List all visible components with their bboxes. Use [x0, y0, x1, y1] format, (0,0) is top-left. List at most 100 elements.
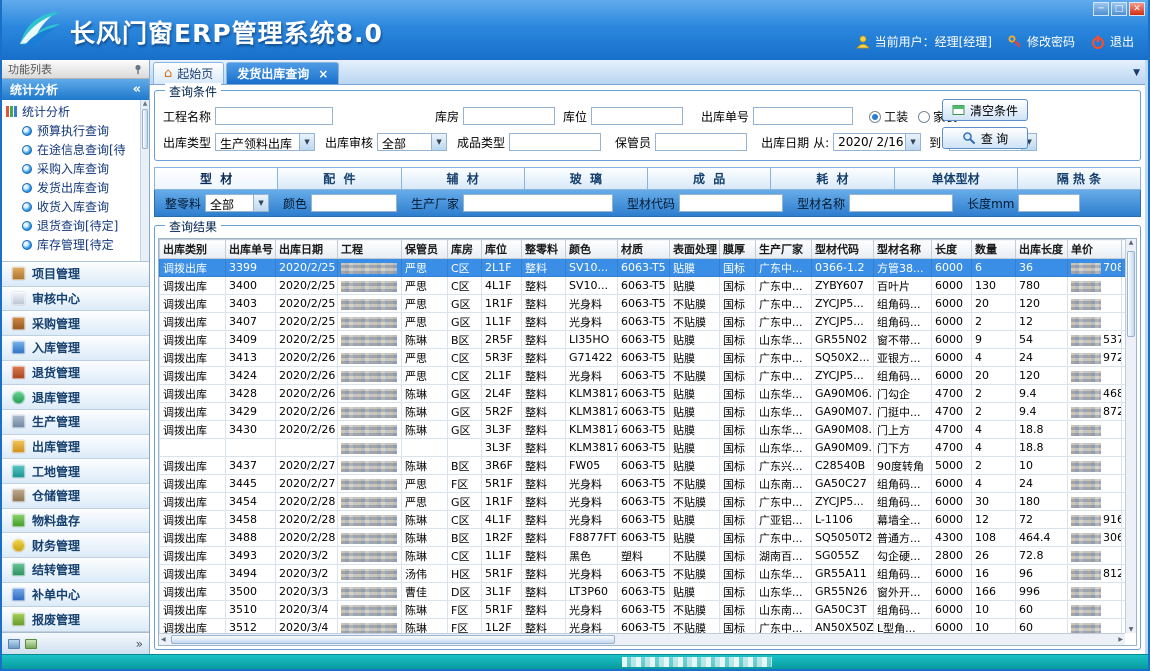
column-header[interactable]: 库房: [448, 240, 482, 259]
column-header[interactable]: 长度: [932, 240, 972, 259]
column-header[interactable]: 数量: [972, 240, 1016, 259]
column-header[interactable]: 库位: [482, 240, 522, 259]
sidebar-module[interactable]: 物料盘存: [2, 509, 149, 534]
table-row[interactable]: 调拨出库35122020/3/4陈琳F区1L2F整料光身料6063-T5不贴膜国…: [160, 619, 1126, 634]
color-input[interactable]: [311, 194, 397, 212]
monitor-icon[interactable]: [8, 639, 20, 649]
column-header[interactable]: 工程: [338, 240, 402, 259]
column-header[interactable]: 表面处理: [670, 240, 720, 259]
keeper-input[interactable]: [655, 133, 747, 151]
vertical-scrollbar[interactable]: ▲▼: [1125, 239, 1136, 633]
sidebar-group-statistics[interactable]: 统计分析 «: [2, 79, 149, 100]
tree-item[interactable]: 收货入库查询: [6, 197, 139, 216]
sidebar-module[interactable]: 工地管理: [2, 459, 149, 484]
column-header[interactable]: 出库类别: [160, 240, 226, 259]
tab-home[interactable]: ⌂ 起始页: [153, 62, 224, 84]
close-button[interactable]: ✕: [1129, 2, 1145, 16]
tree-scrollbar[interactable]: ▲: [140, 100, 149, 261]
sidebar-module[interactable]: 采购管理: [2, 311, 149, 336]
column-header[interactable]: 型材名称: [874, 240, 932, 259]
change-password-button[interactable]: 修改密码: [1008, 33, 1075, 50]
clear-conditions-button[interactable]: 清空条件: [942, 99, 1028, 121]
tree-item[interactable]: 库存管理[待定: [6, 235, 139, 254]
material-tab[interactable]: 成 品: [648, 167, 771, 190]
column-header[interactable]: 整零料: [522, 240, 566, 259]
sidebar-module[interactable]: 项目管理: [2, 262, 149, 287]
table-row[interactable]: 3L3F整料KLM38176063-T5贴膜国标山东华...GA90M09...…: [160, 439, 1126, 457]
column-header[interactable]: 出库长度: [1016, 240, 1068, 259]
overflow-chevron-icon[interactable]: »: [136, 637, 143, 651]
column-header[interactable]: 单价: [1068, 240, 1122, 259]
tree-item[interactable]: 发货出库查询: [6, 178, 139, 197]
column-header[interactable]: 生产厂家: [756, 240, 812, 259]
table-row[interactable]: 调拨出库33992020/2/25严思C区2L1F整料SV10...6063-T…: [160, 259, 1126, 277]
column-header[interactable]: 颜色: [566, 240, 618, 259]
tree-item[interactable]: 预算执行查询: [6, 121, 139, 140]
table-row[interactable]: 调拨出库34452020/2/27严思F区5R1F整料光身料6063-T5不贴膜…: [160, 475, 1126, 493]
column-header[interactable]: 出库单号: [226, 240, 276, 259]
minimize-button[interactable]: ─: [1093, 2, 1109, 16]
warehouse-input[interactable]: [463, 107, 555, 125]
material-tab[interactable]: 配 件: [278, 167, 401, 190]
material-tab[interactable]: 单体型材: [895, 167, 1018, 190]
material-tab[interactable]: 辅 材: [402, 167, 525, 190]
table-row[interactable]: 调拨出库34132020/2/26严思C区5R3F整料G714226063-T5…: [160, 349, 1126, 367]
location-input[interactable]: [591, 107, 683, 125]
table-row[interactable]: 调拨出库34372020/2/27陈琳B区3R6F整料FW056063-T5贴膜…: [160, 457, 1126, 475]
table-row[interactable]: 调拨出库34002020/2/25严思C区4L1F整料SV10...6063-T…: [160, 277, 1126, 295]
sidebar-module[interactable]: 生产管理: [2, 410, 149, 435]
table-row[interactable]: 调拨出库34942020/3/2汤伟H区5R1F整料光身料6063-T5不贴膜国…: [160, 565, 1126, 583]
table-row[interactable]: 调拨出库34582020/2/28陈琳C区4L1F整料光身料6063-T5贴膜国…: [160, 511, 1126, 529]
table-row[interactable]: 调拨出库34292020/2/26陈琳G区5R2F整料KLM38176063-T…: [160, 403, 1126, 421]
table-row[interactable]: 调拨出库34242020/2/26严思C区2L1F整料光身料6063-T5不贴膜…: [160, 367, 1126, 385]
table-row[interactable]: 调拨出库34282020/2/26陈琳G区2L4F整料KLM38176063-T…: [160, 385, 1126, 403]
table-row[interactable]: 调拨出库34932020/3/2陈琳C区1L1F整料黑色塑料不贴膜国标湖南百..…: [160, 547, 1126, 565]
column-header[interactable]: 型材代码: [812, 240, 874, 259]
profile-name-input[interactable]: [849, 194, 953, 212]
order-no-input[interactable]: [753, 107, 853, 125]
tree-item[interactable]: 在途信息查询[待: [6, 140, 139, 159]
project-name-input[interactable]: [215, 107, 333, 125]
material-tab[interactable]: 隔 热 条: [1018, 167, 1141, 190]
sidebar-module[interactable]: 入库管理: [2, 336, 149, 361]
maximize-button[interactable]: □: [1111, 2, 1127, 16]
table-row[interactable]: 调拨出库35102020/3/4陈琳F区5R1F整料光身料6063-T5不贴膜国…: [160, 601, 1126, 619]
column-header[interactable]: 保管员: [402, 240, 448, 259]
product-type-input[interactable]: [509, 133, 601, 151]
table-row[interactable]: 调拨出库35002020/3/3曹佳D区3L1F整料LT3P606063-T5贴…: [160, 583, 1126, 601]
sidebar-module[interactable]: 审核中心: [2, 287, 149, 312]
table-row[interactable]: 调拨出库34092020/2/25陈琳B区2R5F整料LI35HO6063-T5…: [160, 331, 1126, 349]
grid-view-icon[interactable]: [25, 639, 37, 649]
material-tab[interactable]: 型 材: [154, 167, 278, 190]
material-tab[interactable]: 耗 材: [771, 167, 894, 190]
sidebar-module[interactable]: 补单中心: [2, 583, 149, 608]
pin-icon[interactable]: [133, 64, 143, 75]
table-row[interactable]: 调拨出库34072020/2/25严思G区1L1F整料光身料6063-T5不贴膜…: [160, 313, 1126, 331]
sidebar-module[interactable]: 出库管理: [2, 435, 149, 460]
out-type-combo[interactable]: 生产领料出库▼: [215, 133, 315, 151]
search-button[interactable]: 查 询: [942, 127, 1028, 149]
column-header[interactable]: 出库日期: [276, 240, 338, 259]
collapse-icon[interactable]: «: [133, 82, 141, 97]
sidebar-module[interactable]: 报废管理: [2, 607, 149, 632]
logout-button[interactable]: 退出: [1091, 33, 1134, 50]
tree-item[interactable]: 退货查询[待定]: [6, 216, 139, 235]
horizontal-scrollbar[interactable]: ◀▶: [159, 633, 1125, 645]
table-row[interactable]: 调拨出库34882020/2/28陈琳B区1R2F整料F8877FT6063-T…: [160, 529, 1126, 547]
sidebar-module[interactable]: 结转管理: [2, 558, 149, 583]
tree-root-statistics[interactable]: 统计分析: [6, 102, 139, 121]
audit-combo[interactable]: 全部▼: [377, 133, 447, 151]
manufacturer-input[interactable]: [463, 194, 613, 212]
date-from-picker[interactable]: 2020/ 2/16▼: [833, 133, 921, 151]
length-input[interactable]: [1018, 194, 1080, 212]
sidebar-module[interactable]: 退货管理: [2, 361, 149, 386]
tree-item[interactable]: 采购入库查询: [6, 159, 139, 178]
tab-shipment-outbound-query[interactable]: 发货出库查询 ×: [226, 62, 339, 84]
sidebar-module[interactable]: 退库管理: [2, 385, 149, 410]
table-row[interactable]: 调拨出库34032020/2/25严思G区1R1F整料光身料6063-T5不贴膜…: [160, 295, 1126, 313]
zhengling-combo[interactable]: 全部▼: [205, 194, 269, 212]
column-header[interactable]: 材质: [618, 240, 670, 259]
column-header[interactable]: 膜厚: [720, 240, 756, 259]
radio-gongzhuang[interactable]: 工装: [869, 108, 908, 125]
material-tab[interactable]: 玻 璃: [525, 167, 648, 190]
